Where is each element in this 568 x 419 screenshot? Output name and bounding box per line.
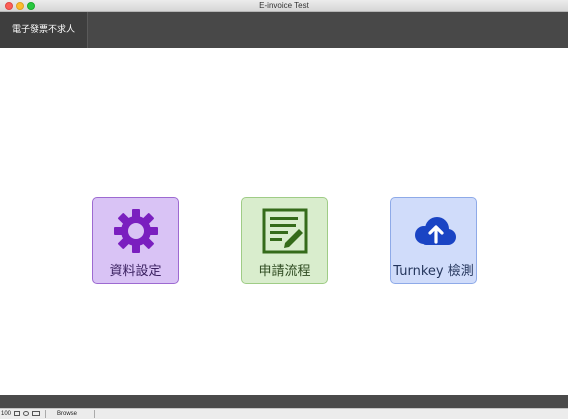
footer-bar bbox=[0, 395, 568, 408]
app-tab[interactable]: 電子發票不求人 bbox=[0, 12, 88, 48]
toggle-toolbar-icon[interactable] bbox=[32, 411, 40, 416]
settings-tile-label: 資料設定 bbox=[109, 264, 162, 279]
title-bar: E-invoice Test bbox=[0, 0, 568, 12]
app-toolbar: 電子發票不求人 bbox=[0, 12, 568, 48]
turnkey-tile-label: Turnkey 檢測 bbox=[393, 264, 474, 279]
status-bar: 100 Browse bbox=[0, 408, 568, 419]
mode-indicator[interactable]: Browse bbox=[57, 410, 77, 419]
turnkey-tile[interactable]: Turnkey 檢測 bbox=[390, 197, 477, 284]
window-title: E-invoice Test bbox=[259, 1, 309, 10]
edit-form-icon bbox=[242, 207, 327, 255]
cloud-upload-icon bbox=[391, 207, 476, 255]
zoom-in-icon[interactable] bbox=[23, 411, 29, 416]
status-divider bbox=[94, 410, 95, 418]
main-content: 資料設定 申請流程 Turnkey 檢測 bbox=[0, 48, 568, 395]
process-tile[interactable]: 申請流程 bbox=[241, 197, 328, 284]
settings-tile[interactable]: 資料設定 bbox=[92, 197, 179, 284]
zoom-out-icon[interactable] bbox=[14, 411, 20, 416]
zoom-level[interactable]: 100 bbox=[1, 410, 11, 419]
gear-icon bbox=[93, 207, 178, 255]
process-tile-label: 申請流程 bbox=[258, 264, 311, 279]
status-divider bbox=[45, 410, 46, 418]
